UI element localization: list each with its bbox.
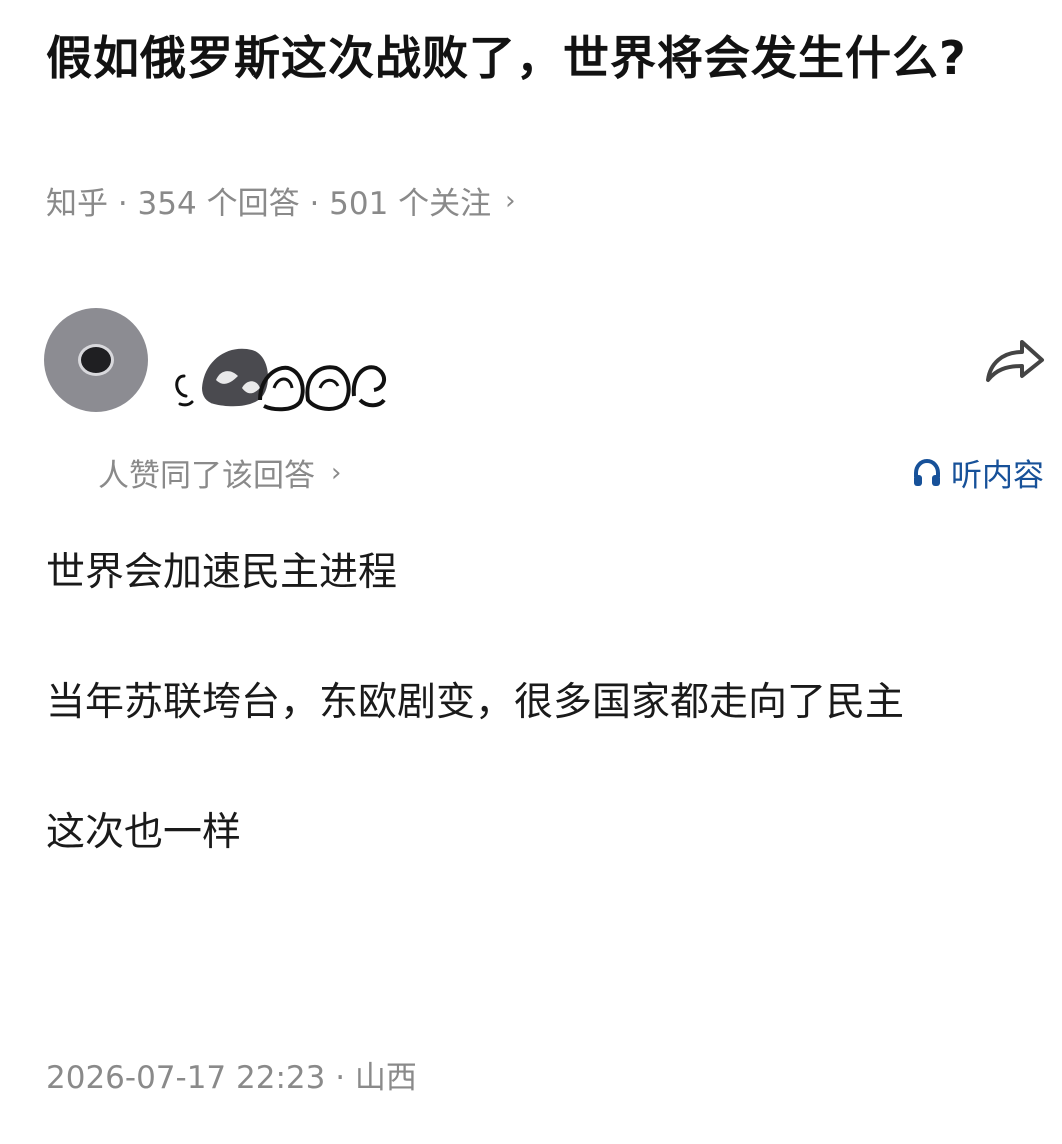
answer-paragraph: 这次也一样 <box>46 810 242 855</box>
answer-page: 假如俄罗斯这次战败了，世界将会发生什么? 知乎 · 354 个回答 · 501 … <box>0 0 1062 1144</box>
upvote-text: 人赞同了该回答 <box>98 458 315 494</box>
avatar-placeholder-icon <box>78 344 114 376</box>
listen-button[interactable]: 听内容 <box>911 450 1044 495</box>
listen-label: 听内容 <box>951 458 1044 494</box>
upvote-summary[interactable]: 人赞同了该回答 › <box>98 450 341 495</box>
share-icon[interactable] <box>982 336 1046 386</box>
author-avatar[interactable] <box>44 308 148 412</box>
answer-paragraph: 世界会加速民主进程 <box>46 550 398 595</box>
chevron-right-icon: › <box>505 185 516 216</box>
question-title[interactable]: 假如俄罗斯这次战败了，世界将会发生什么? <box>46 24 1006 92</box>
question-meta-text: 知乎 · 354 个回答 · 501 个关注 <box>46 186 492 222</box>
answer-paragraph: 当年苏联垮台，东欧剧变，很多国家都走向了民主 <box>46 680 905 725</box>
question-meta[interactable]: 知乎 · 354 个回答 · 501 个关注 › <box>46 178 516 223</box>
chevron-right-icon: › <box>331 457 342 488</box>
author-name-redacted[interactable] <box>168 330 398 412</box>
answer-timestamp-location: 2026-07-17 22:23 · 山西 <box>46 1060 417 1096</box>
headphones-icon <box>914 458 940 486</box>
answer-content: 世界会加速民主进程 当年苏联垮台，东欧剧变，很多国家都走向了民主 这次也一样 <box>46 540 1046 930</box>
